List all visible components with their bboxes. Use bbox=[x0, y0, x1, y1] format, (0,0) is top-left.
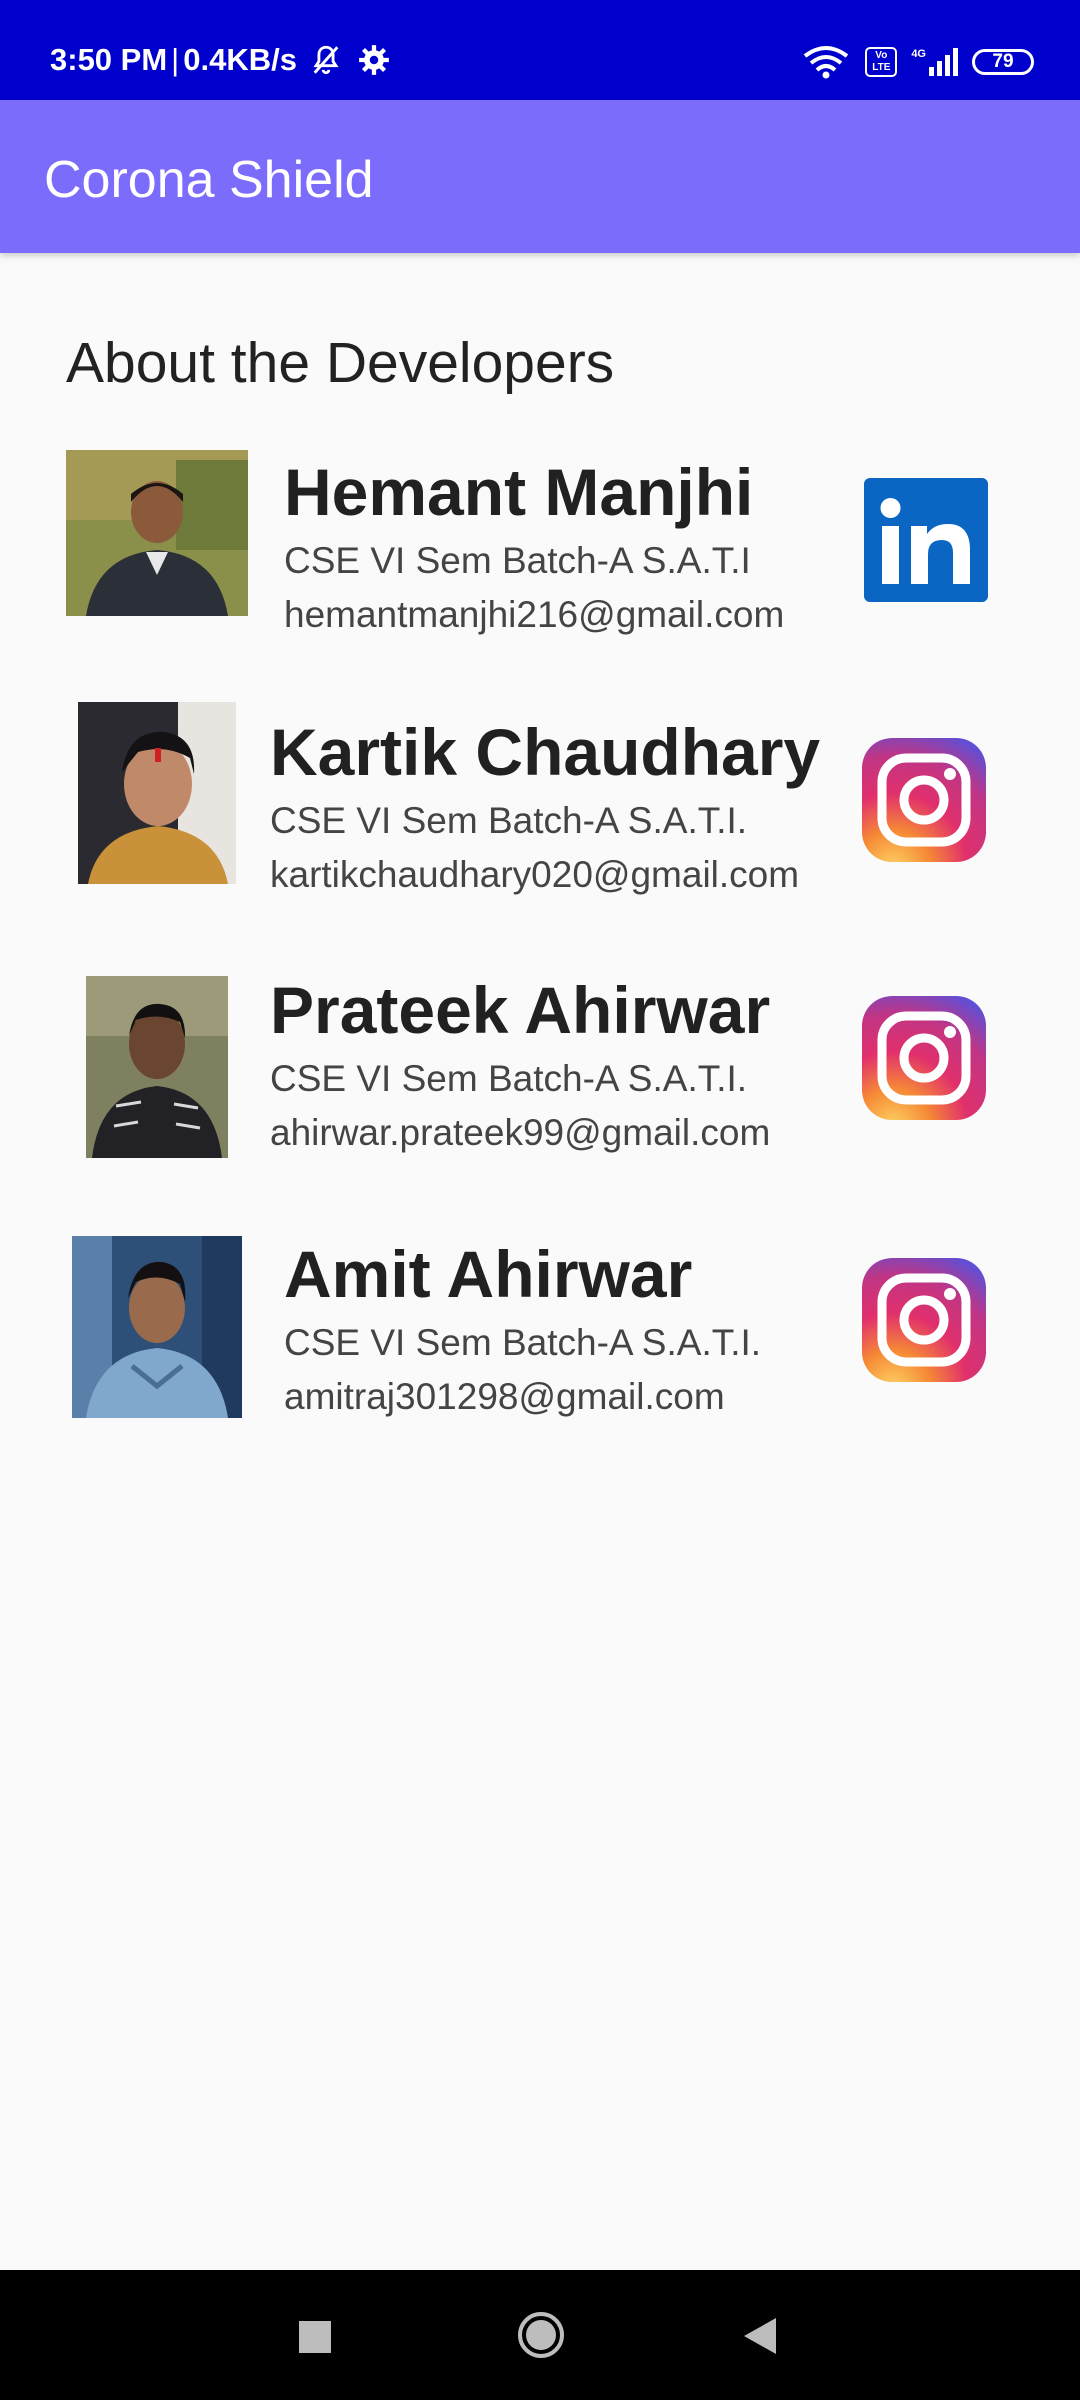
app-bar: Corona Shield bbox=[0, 100, 1080, 253]
instagram-link[interactable] bbox=[862, 996, 986, 1120]
developer-photo bbox=[72, 1236, 242, 1418]
instagram-link[interactable] bbox=[862, 1258, 986, 1382]
developer-subtitle: CSE VI Sem Batch-A S.A.T.I bbox=[284, 540, 751, 581]
developer-card: Amit Ahirwar CSE VI Sem Batch-A S.A.T.I.… bbox=[0, 1236, 1080, 1426]
navigation-bar bbox=[0, 2270, 1080, 2400]
developer-subtitle: CSE VI Sem Batch-A S.A.T.I. bbox=[270, 800, 748, 841]
recents-button[interactable] bbox=[298, 2320, 332, 2359]
instagram-icon bbox=[862, 996, 986, 1120]
developer-subtitle: CSE VI Sem Batch-A S.A.T.I. bbox=[284, 1322, 762, 1363]
app-title: Corona Shield bbox=[44, 151, 374, 209]
gear-icon bbox=[359, 45, 389, 75]
developer-photo bbox=[66, 450, 248, 616]
recents-icon bbox=[299, 2321, 331, 2353]
volte-badge: Vo LTE bbox=[865, 47, 898, 77]
status-time: 3:50 PM bbox=[50, 42, 168, 77]
developer-photo bbox=[78, 702, 236, 884]
status-right: Vo LTE 4G 79 bbox=[801, 44, 1034, 80]
home-button[interactable] bbox=[516, 2310, 566, 2365]
status-separator: | bbox=[171, 42, 180, 77]
signal-strength-icon: 4G bbox=[911, 48, 958, 76]
back-button[interactable] bbox=[742, 2316, 778, 2361]
network-speed: 0.4KB/s bbox=[183, 42, 297, 77]
developer-email[interactable]: kartikchaudhary020@gmail.com bbox=[270, 854, 799, 896]
developer-name: Hemant Manjhi bbox=[284, 455, 754, 529]
section-title: About the Developers bbox=[66, 331, 615, 395]
developer-card: Kartik Chaudhary CSE VI Sem Batch-A S.A.… bbox=[0, 702, 1080, 895]
wifi-icon bbox=[804, 46, 849, 79]
instagram-icon bbox=[862, 738, 986, 862]
network-type: 4G bbox=[911, 48, 926, 60]
linkedin-icon bbox=[864, 478, 988, 602]
developer-name: Prateek Ahirwar bbox=[270, 973, 771, 1047]
home-icon bbox=[518, 2312, 564, 2358]
instagram-link[interactable] bbox=[862, 738, 986, 862]
developer-email[interactable]: ahirwar.prateek99@gmail.com bbox=[270, 1112, 770, 1154]
linkedin-link[interactable] bbox=[864, 478, 988, 602]
developer-subtitle: CSE VI Sem Batch-A S.A.T.I. bbox=[270, 1058, 748, 1099]
bell-off-icon bbox=[313, 45, 339, 75]
developer-name: Kartik Chaudhary bbox=[270, 715, 821, 789]
battery-indicator: 79 bbox=[972, 49, 1034, 75]
back-icon bbox=[744, 2318, 776, 2354]
status-left: 3:50 PM | 0.4KB/s bbox=[50, 42, 391, 78]
developer-card: Hemant Manjhi CSE VI Sem Batch-A S.A.T.I… bbox=[0, 450, 1080, 635]
developer-email[interactable]: amitraj301298@gmail.com bbox=[284, 1376, 725, 1418]
developer-email[interactable]: hemantmanjhi216@gmail.com bbox=[284, 594, 784, 636]
status-bar: 3:50 PM | 0.4KB/s Vo LTE 4G 79 bbox=[0, 0, 1080, 100]
instagram-icon bbox=[862, 1258, 986, 1382]
developer-card: Prateek Ahirwar CSE VI Sem Batch-A S.A.T… bbox=[0, 973, 1080, 1166]
developer-name: Amit Ahirwar bbox=[284, 1237, 693, 1311]
developer-photo bbox=[86, 976, 228, 1158]
